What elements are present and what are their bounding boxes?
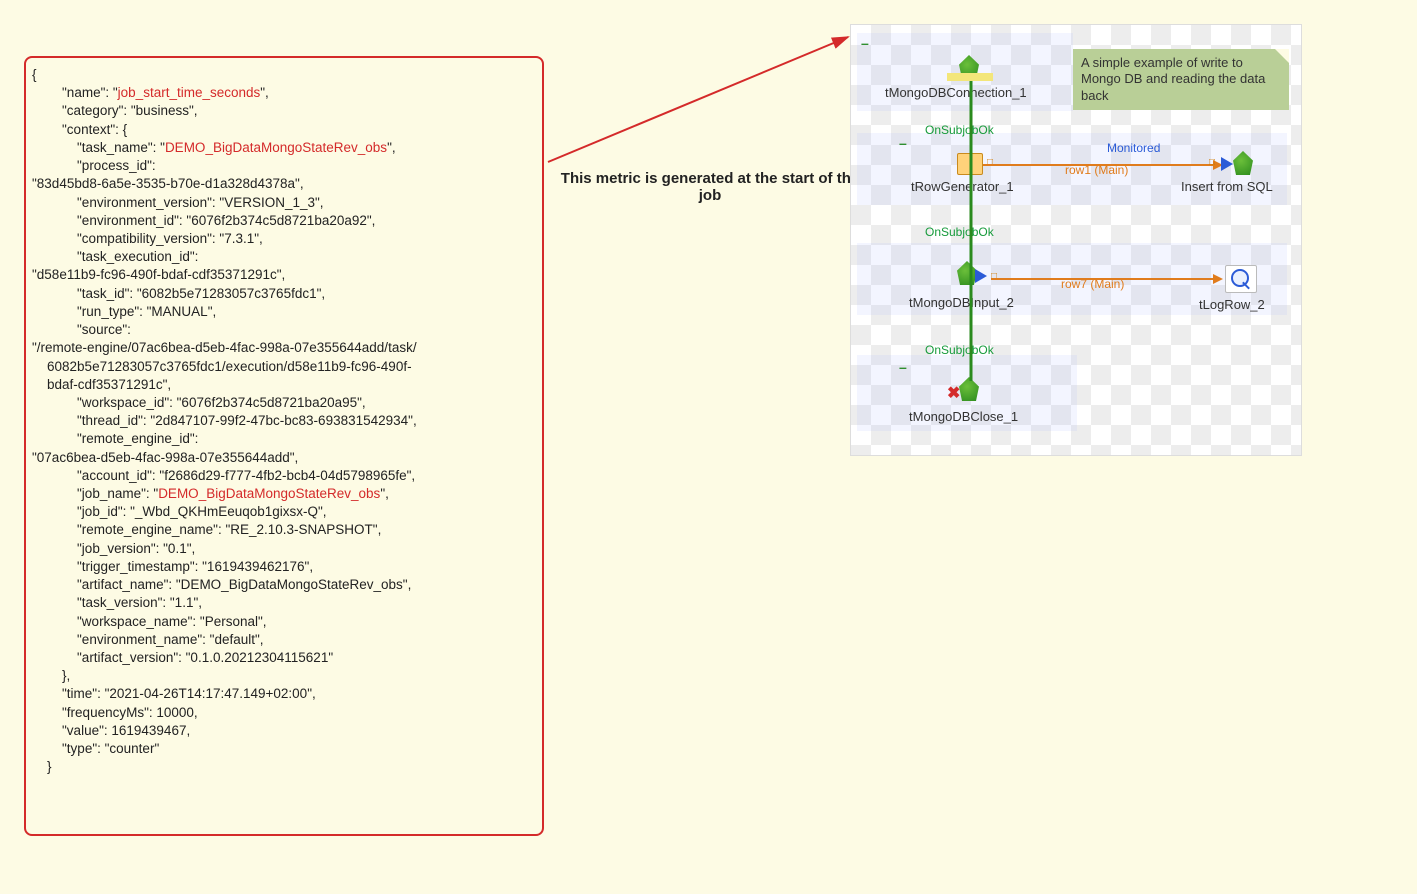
pointer-arrow	[548, 32, 858, 172]
component-label: tMongoDBInput_2	[909, 295, 1014, 310]
output-arrow-icon	[975, 269, 987, 283]
component-tMongoDBInput[interactable]	[957, 261, 977, 288]
link-label-onsubjobok: OnSubjobOk	[925, 225, 994, 239]
metric-caption: This metric is generated at the start of…	[560, 170, 860, 204]
subjob-highlight	[947, 73, 993, 81]
component-label: tMongoDBConnection_1	[885, 85, 1027, 100]
connector-anchor-icon: □	[1209, 157, 1215, 168]
subjob-flow-line	[968, 81, 974, 381]
collapse-icon[interactable]: –	[899, 359, 907, 375]
component-tLogRow[interactable]	[1225, 265, 1257, 293]
talend-job-canvas: A simple example of write to Mongo DB an…	[850, 24, 1302, 456]
metric-json-panel: { "name": "job_start_time_seconds", "cat…	[24, 56, 544, 836]
link-row7-label: row7 (Main)	[1061, 277, 1124, 291]
component-label: tMongoDBClose_1	[909, 409, 1018, 424]
metric-json-content: { "name": "job_start_time_seconds", "cat…	[32, 66, 536, 777]
link-row1-label: row1 (Main)	[1065, 163, 1128, 177]
job-description-note: A simple example of write to Mongo DB an…	[1073, 49, 1289, 110]
component-label: Insert from SQL	[1181, 179, 1273, 194]
collapse-icon[interactable]: –	[861, 35, 869, 51]
component-insert-from-sql[interactable]	[1225, 151, 1253, 178]
mongodb-icon	[1233, 151, 1253, 175]
mongodb-icon	[957, 261, 977, 285]
job-description-text: A simple example of write to Mongo DB an…	[1081, 55, 1265, 103]
link-label-onsubjobok: OnSubjobOk	[925, 343, 994, 357]
link-label-onsubjobok: OnSubjobOk	[925, 123, 994, 137]
component-label: tRowGenerator_1	[911, 179, 1014, 194]
magnifier-icon	[1230, 268, 1252, 290]
collapse-icon[interactable]: –	[899, 135, 907, 151]
component-tMongoDBClose[interactable]	[959, 377, 979, 404]
component-label: tLogRow_2	[1199, 297, 1265, 312]
link-monitored-label: Monitored	[1107, 141, 1160, 155]
input-arrow-icon	[1221, 157, 1233, 171]
close-x-icon: ✖	[947, 383, 960, 403]
